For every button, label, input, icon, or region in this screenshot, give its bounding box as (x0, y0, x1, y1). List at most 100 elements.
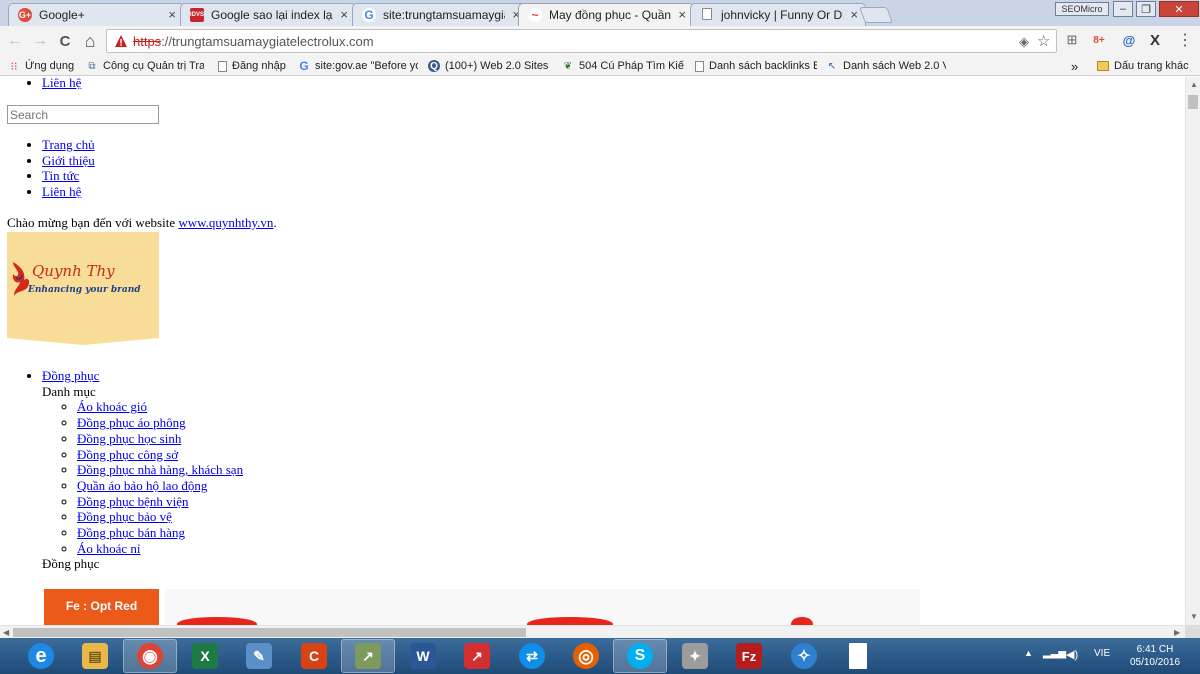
tab-close-icon[interactable]: × (340, 7, 348, 22)
new-tab-button[interactable] (859, 7, 893, 23)
volume-icon[interactable]: ◀) (1066, 648, 1078, 661)
bookmark-label: Danh sách Web 2.0 Vi (843, 60, 946, 72)
bookmark-login[interactable]: Đăng nhập (218, 58, 286, 74)
quynh-thy-logo[interactable]: Quynh Thy Enhancing your brand (7, 232, 159, 348)
filezilla-icon: Fz (736, 643, 762, 669)
bookmark-webmaster-tools[interactable]: ⧉ Công cụ Quản trị Tran (86, 58, 204, 74)
taskbar-internet-explorer[interactable]: e (14, 639, 68, 673)
folder-icon (1097, 61, 1109, 71)
tab-close-icon[interactable]: × (850, 7, 858, 22)
network-icon[interactable]: ▂▃▅ (1043, 648, 1066, 659)
bookmark-504-syntax[interactable]: ❦ 504 Cú Pháp Tìm Kiến (562, 58, 684, 74)
taskbar-ccleaner[interactable]: C (287, 639, 341, 673)
system-clock[interactable]: 6:41 CH 05/10/2016 (1122, 643, 1188, 669)
forward-button[interactable]: → (30, 31, 50, 51)
nav-link-home[interactable]: Trang chủ (42, 137, 95, 152)
firefox-icon: ◎ (573, 643, 599, 669)
other-bookmarks[interactable]: Dấu trang khác (1097, 58, 1189, 74)
subcategory-link[interactable]: Đồng phục bảo vệ (77, 509, 172, 524)
restore-button[interactable]: ❐ (1136, 1, 1156, 17)
taskbar-filezilla[interactable]: Fz (722, 639, 776, 673)
tab-funny-or-die[interactable]: johnvicky | Funny Or Die × (690, 3, 866, 26)
tab-google-plus[interactable]: G+ Google+ × (8, 3, 184, 26)
taskbar-paint[interactable]: ✦ (668, 639, 722, 673)
subcategory-link[interactable]: Đồng phục bệnh viện (77, 494, 189, 509)
taskbar-document[interactable] (831, 639, 885, 673)
tab-title: Google sao lại index lạ nh (211, 8, 333, 22)
vertical-scroll-thumb[interactable] (1188, 95, 1198, 109)
taskbar-chrome[interactable]: ◉ (123, 639, 177, 673)
tab-may-dong-phuc[interactable]: ~ May đồng phục - Quần á × (518, 3, 694, 26)
menu-icon[interactable]: ⋮ (1176, 31, 1194, 49)
nav-link-contact[interactable]: Liên hệ (42, 184, 81, 199)
scroll-right-icon[interactable]: ▶ (1174, 628, 1180, 637)
bookmark-site-gov[interactable]: G site:gov.ae "Before yo (298, 58, 418, 74)
leaf-icon: ❦ (563, 60, 573, 72)
nav-link-contact[interactable]: Liên hệ (42, 77, 81, 90)
taskbar-safari[interactable]: ✧ (777, 639, 831, 673)
subcategory-link[interactable]: Áo khoác nỉ (77, 541, 141, 556)
google-plus-extension-icon[interactable]: 8+ (1090, 31, 1108, 49)
horizontal-scrollbar[interactable]: ◀ ▶ (0, 625, 1185, 638)
tab-close-icon[interactable]: × (168, 7, 176, 22)
star-icon[interactable]: ☆ (1037, 32, 1050, 50)
nav-link-news[interactable]: Tin tức (42, 168, 79, 183)
home-button[interactable]: ⌂ (80, 31, 100, 51)
bookmark-apps[interactable]: ⁝⁝ Ứng dụng (8, 58, 75, 74)
category-link-uniform[interactable]: Đồng phục (42, 368, 99, 383)
windows-taskbar: e ▤ ◉ X ✎ C ↗ W ↗ ⇄ ◎ S ✦ Fz ✧ ▲ ▂▃▅ ◀) … (0, 638, 1200, 674)
reload-button[interactable]: C (55, 31, 75, 51)
minimize-button[interactable]: – (1113, 1, 1133, 17)
subcategory-link[interactable]: Áo khoác gió (77, 399, 147, 414)
bookmark-backlinks-list[interactable]: Danh sách backlinks B (695, 58, 817, 74)
puzzle-extension-icon[interactable]: ⊞ (1063, 31, 1081, 49)
subcategory-link[interactable]: Đồng phục áo phông (77, 415, 186, 430)
taskbar-firefox[interactable]: ◎ (559, 639, 613, 673)
tab-google-index[interactable]: IDVS Google sao lại index lạ nh × (180, 3, 356, 26)
bookmarks-more-button[interactable]: » (1071, 58, 1078, 74)
at-extension-icon[interactable]: @ (1120, 31, 1138, 49)
toolbox-icon: ⧉ (88, 60, 96, 72)
search-input[interactable] (7, 105, 159, 124)
bookmark-label: site:gov.ae "Before yo (315, 60, 418, 72)
bookmark-web20-sites[interactable]: Q (100+) Web 2.0 Sites (428, 58, 548, 74)
subcategory-link[interactable]: Quần áo bảo hộ lao động (77, 478, 207, 493)
scroll-down-icon[interactable]: ▼ (1190, 612, 1198, 621)
subcategory-link[interactable]: Đồng phục nhà hàng, khách sạn (77, 462, 243, 477)
google-icon: G (299, 59, 309, 73)
horizontal-scroll-thumb[interactable] (13, 628, 526, 637)
x-extension-icon[interactable]: X (1146, 31, 1164, 49)
close-window-button[interactable]: ✕ (1159, 1, 1199, 17)
tab-title: site:trungtamsuamaygiat (383, 8, 505, 22)
nav-link-about[interactable]: Giới thiệu (42, 153, 95, 168)
banner-shape (177, 617, 257, 625)
address-bar[interactable]: https://trungtamsuamaygiatelectrolux.com… (106, 29, 1057, 53)
taskbar-file-explorer[interactable]: ▤ (68, 639, 122, 673)
shield-icon[interactable]: ◈ (1019, 34, 1029, 50)
subcategory-link[interactable]: Đồng phục bán hàng (77, 525, 185, 540)
show-hidden-icons-icon[interactable]: ▲ (1024, 648, 1033, 658)
scroll-up-icon[interactable]: ▲ (1190, 80, 1198, 89)
tab-close-icon[interactable]: × (678, 7, 686, 22)
taskbar-notepad[interactable]: ✎ (232, 639, 286, 673)
taskbar-teamviewer[interactable]: ⇄ (505, 639, 559, 673)
vertical-scrollbar[interactable]: ▲ ▼ (1185, 77, 1200, 625)
taskbar-word[interactable]: W (396, 639, 450, 673)
taskbar-excel[interactable]: X (178, 639, 232, 673)
taskbar-chart-app[interactable]: ↗ (450, 639, 504, 673)
tab-site-search[interactable]: G site:trungtamsuamaygiat × (352, 3, 528, 26)
welcome-text: Chào mừng bạn đến với website www.quynht… (7, 215, 277, 231)
subcategory-link[interactable]: Đồng phục công sở (77, 447, 178, 462)
taskbar-rising-app[interactable]: ↗ (341, 639, 395, 673)
bookmark-web20-list[interactable]: ↖ Danh sách Web 2.0 Vi (826, 58, 946, 74)
seomicro-badge[interactable]: SEOMicro (1055, 2, 1109, 16)
scroll-left-icon[interactable]: ◀ (3, 628, 9, 637)
language-indicator[interactable]: VIE (1094, 648, 1110, 659)
opt-red-button[interactable]: Fe : Opt Red (44, 589, 159, 625)
taskbar-skype[interactable]: S (613, 639, 667, 673)
chart-app-icon: ↗ (464, 643, 490, 669)
back-button[interactable]: ← (5, 31, 25, 51)
welcome-label: Chào mừng bạn đến với website (7, 215, 179, 230)
subcategory-link[interactable]: Đồng phục học sinh (77, 431, 181, 446)
website-link[interactable]: www.quynhthy.vn (178, 215, 273, 230)
